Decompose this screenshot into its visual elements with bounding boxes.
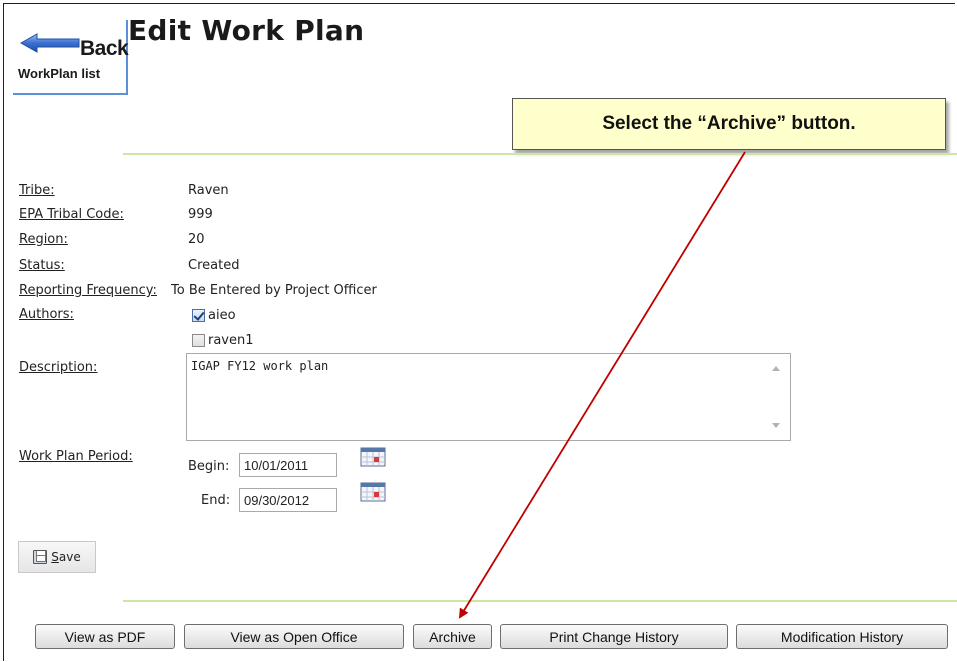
reporting-frequency-label: Reporting Frequency:	[19, 283, 157, 298]
left-arrow-icon	[19, 33, 80, 53]
epa-tribal-code-label: EPA Tribal Code:	[19, 207, 124, 222]
reporting-frequency-value: To Be Entered by Project Officer	[171, 283, 377, 298]
view-as-open-office-button[interactable]: View as Open Office	[184, 624, 404, 649]
work-plan-period-label: Work Plan Period:	[19, 449, 133, 464]
description-label: Description:	[19, 360, 98, 375]
epa-tribal-code-value: 999	[188, 207, 213, 222]
scroll-up-icon[interactable]	[772, 366, 780, 371]
scroll-down-icon[interactable]	[772, 423, 780, 428]
begin-date-input[interactable]: 10/01/2011	[239, 453, 337, 477]
description-textarea[interactable]: IGAP FY12 work plan	[186, 353, 791, 441]
author-raven1-checkbox[interactable]	[192, 334, 205, 347]
instruction-callout: Select the “Archive” button.	[512, 98, 946, 150]
tribe-label: Tribe:	[19, 183, 55, 198]
status-value: Created	[188, 258, 240, 273]
back-sublabel: WorkPlan list	[18, 66, 101, 81]
floppy-disk-icon	[33, 550, 48, 564]
author-raven1[interactable]: raven1	[192, 333, 254, 348]
divider-bottom	[123, 600, 957, 602]
view-as-pdf-button[interactable]: View as PDF	[35, 624, 175, 649]
end-date-input[interactable]: 09/30/2012	[239, 488, 337, 512]
modification-history-button[interactable]: Modification History	[736, 624, 948, 649]
author-aieo-checkbox[interactable]	[192, 309, 205, 322]
back-to-workplan-list-button[interactable]: Back WorkPlan list	[13, 20, 129, 95]
tribe-value: Raven	[188, 183, 229, 198]
back-label: Back	[80, 37, 129, 60]
begin-label: Begin:	[188, 459, 230, 474]
status-label: Status:	[19, 258, 65, 273]
author-name: aieo	[208, 308, 236, 323]
region-value: 20	[188, 232, 205, 247]
page-title: Edit Work Plan	[128, 14, 365, 47]
save-label: Save	[51, 550, 81, 564]
archive-button[interactable]: Archive	[413, 624, 492, 649]
divider-top	[123, 153, 957, 155]
end-label: End:	[201, 493, 231, 508]
author-name: raven1	[208, 333, 254, 348]
save-button[interactable]: Save	[18, 541, 96, 573]
author-aieo[interactable]: aieo	[192, 308, 236, 323]
calendar-icon[interactable]	[360, 482, 386, 502]
print-change-history-button[interactable]: Print Change History	[500, 624, 728, 649]
region-label: Region:	[19, 232, 68, 247]
calendar-icon[interactable]	[360, 447, 386, 467]
authors-label: Authors:	[19, 307, 74, 322]
description-text: IGAP FY12 work plan	[191, 359, 329, 373]
